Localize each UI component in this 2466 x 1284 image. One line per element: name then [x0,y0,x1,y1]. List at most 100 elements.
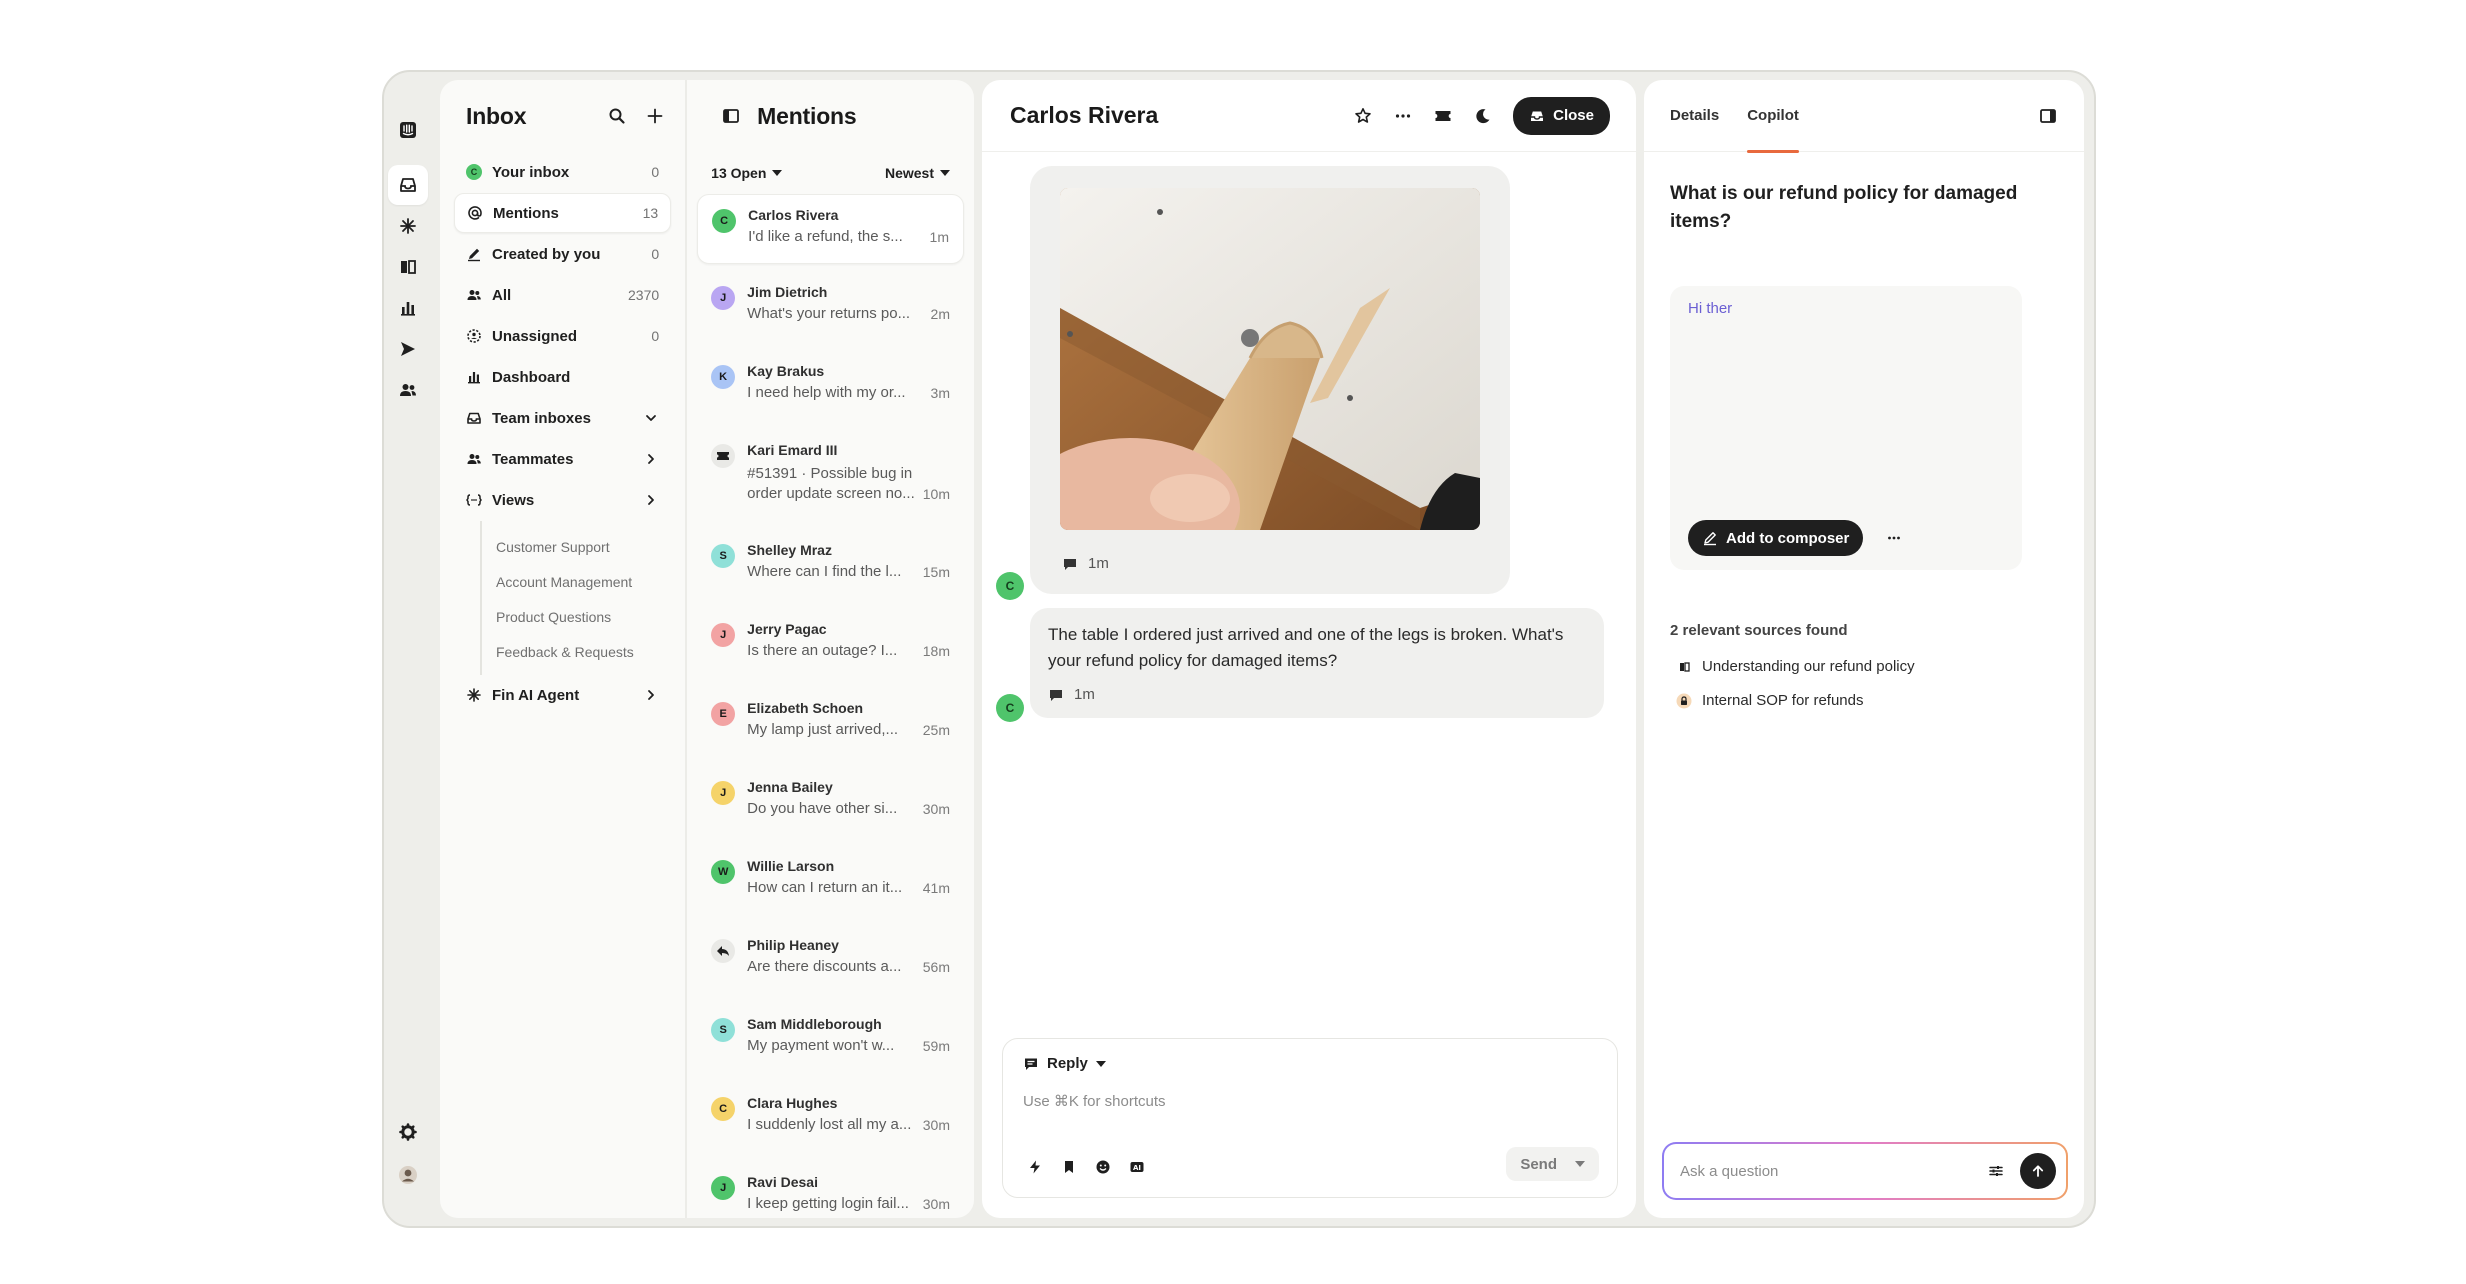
nav-all[interactable]: All 2370 [454,275,671,315]
conversation-preview: #51391 · Possible bug in [747,465,913,482]
source-item[interactable]: Internal SOP for refunds [1676,692,1863,709]
nav-unassigned[interactable]: Unassigned 0 [454,316,671,356]
send-icon [401,342,415,356]
search-icon[interactable] [607,106,627,126]
ask-question-input[interactable]: Ask a question [1680,1163,1988,1180]
composer-input[interactable]: Use ⌘K for shortcuts [1023,1092,1597,1110]
inbox-close-icon [1531,111,1544,121]
nav-dashboard[interactable]: Dashboard [454,357,671,397]
conversation-item[interactable]: Philip Heaney Are there discounts a... 56… [697,925,964,1004]
more-icon[interactable] [1393,106,1413,126]
nav-fin-ai-agent[interactable]: Fin AI Agent [454,675,671,715]
nav-views[interactable]: Views [454,480,671,520]
sidebar-toggle-icon[interactable] [721,106,741,126]
inbox-icon [400,178,416,192]
conversation-item[interactable]: J Jerry Pagac Is there an outage? I... 18… [697,609,964,688]
conversation-item[interactable]: C Clara Hughes I suddenly lost all my a.… [697,1083,964,1162]
contact-avatar: K [711,365,736,389]
add-to-composer-button[interactable]: Add to composer [1688,520,1864,556]
conversation-item[interactable]: E Elizabeth Schoen My lamp just arrived,… [697,688,964,767]
rail-inbox[interactable] [388,165,428,205]
plus-icon[interactable] [645,106,665,126]
bar-chart-icon [401,302,415,316]
rail-logo[interactable] [388,110,428,150]
close-button[interactable]: Close [1513,96,1610,135]
rail-profile[interactable] [388,1155,428,1195]
filter-sliders-icon[interactable] [1988,1163,2004,1179]
source-item[interactable]: Understanding our refund policy [1676,658,1915,675]
contact-avatar: W [711,860,736,884]
lightning-icon[interactable] [1027,1159,1043,1175]
rail-settings[interactable] [388,1112,428,1152]
rail-reports[interactable] [388,288,428,328]
contact-avatar: J [711,781,736,805]
nav-team-inboxes[interactable]: Team inboxes [454,398,671,438]
rail-knowledge[interactable] [388,247,428,287]
ai-icon[interactable]: AI [1129,1159,1145,1175]
contact-avatar: E [711,702,736,726]
reply-flag-icon [1025,1058,1037,1070]
conversation-panel: Carlos Rivera Close 1m C The table I ord… [982,80,1636,1218]
snooze-moon-icon[interactable] [1473,106,1493,126]
conversation-time: 56m [922,958,950,975]
rail-outbound[interactable] [388,329,428,369]
tab-copilot[interactable]: Copilot [1747,80,1799,153]
conversation-item[interactable]: C Carlos Rivera I'd like a refund, the s… [697,194,964,264]
conversation-time: 41m [922,879,950,896]
conversation-preview: I'd like a refund, the s... [748,228,903,245]
view-product-questions[interactable]: Product Questions [496,599,671,634]
conversation-item[interactable]: J Jim Dietrich What's your returns po...… [697,272,964,351]
tab-details[interactable]: Details [1670,80,1719,152]
more-icon[interactable] [1886,530,1902,546]
send-button-group: Send [1506,1147,1599,1181]
conversation-item[interactable]: K Kay Brakus I need help with my or... 3m [697,351,964,430]
reply-mode-toggle[interactable]: Reply [1023,1055,1597,1072]
view-customer-support[interactable]: Customer Support [496,529,671,564]
nav-mentions[interactable]: Mentions 13 [454,193,672,233]
ticket-icon[interactable] [1433,106,1453,126]
conversation-time: 3m [930,384,950,401]
conversation-title: Carlos Rivera [1010,102,1159,128]
star-icon[interactable] [1353,106,1373,126]
bookmark-icon[interactable] [1061,1159,1077,1175]
ticket-icon [711,444,736,468]
nav-label: Mentions [493,204,559,222]
view-feedback-requests[interactable]: Feedback & Requests [496,634,671,669]
nav-label: Views [492,491,535,509]
copilot-panel: Details Copilot What is our refund polic… [1644,80,2084,1218]
conversation-item[interactable]: J Ravi Desai I keep getting login fail..… [697,1162,964,1218]
views-icon [466,494,482,506]
rail-contacts[interactable] [388,370,428,410]
ask-submit-button[interactable] [2020,1153,2056,1189]
sort-filter[interactable]: Newest [885,165,950,181]
conversation-item[interactable]: Kari Emard III #51391 · Possible bug in … [697,430,964,530]
send-button[interactable]: Send [1520,1156,1557,1173]
chevron-right-icon [648,690,655,700]
pen-icon [1704,532,1716,546]
nav-your-inbox[interactable]: C Your inbox 0 [454,152,671,192]
conversation-item[interactable]: S Sam Middleborough My payment won't w..… [697,1004,964,1083]
contact-name: Elizabeth Schoen [747,700,864,716]
contact-avatar: J [711,1176,736,1200]
conversation-time: 59m [922,1037,950,1054]
nav-teammates[interactable]: Teammates [454,439,671,479]
send-options-caret-icon[interactable] [1575,1161,1585,1167]
open-filter[interactable]: 13 Open [711,165,783,181]
contacts-icon [400,384,416,396]
nav-created-by-you[interactable]: Created by you 0 [454,234,671,274]
conversation-preview: I need help with my or... [747,384,906,401]
attached-photo[interactable] [1060,188,1480,530]
conversation-item[interactable]: W Willie Larson How can I return an it..… [697,846,964,925]
conversation-item[interactable]: J Jenna Bailey Do you have other si... 30… [697,767,964,846]
contact-avatar: C [712,209,737,233]
nav-label: Your inbox [492,163,570,181]
panel-toggle-icon[interactable] [2038,106,2058,126]
contact-name: Carlos Rivera [748,207,839,223]
rail-fin[interactable] [388,206,428,246]
reply-composer[interactable]: Reply Use ⌘K for shortcuts AI Send [1002,1038,1618,1198]
emoji-icon[interactable] [1095,1159,1111,1175]
article-icon [1680,661,1690,672]
contact-name: Kari Emard III [747,442,838,458]
conversation-item[interactable]: S Shelley Mraz Where can I find the l...… [697,530,964,609]
view-account-management[interactable]: Account Management [496,564,671,599]
